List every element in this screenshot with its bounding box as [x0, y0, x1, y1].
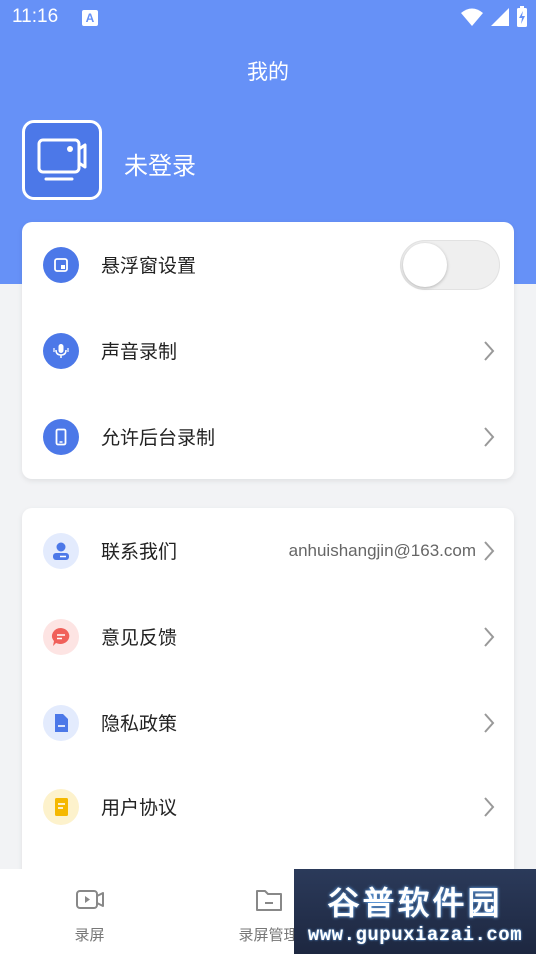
- status-icons: [460, 6, 528, 28]
- contact-email: anhuishangjin@163.com: [288, 540, 476, 560]
- user-name[interactable]: 未登录: [124, 146, 196, 181]
- floating-window-toggle[interactable]: [400, 239, 500, 290]
- video-record-icon: [75, 890, 104, 909]
- watermark-url: www.gupuxiazai.com: [307, 923, 523, 946]
- microphone-icon: [43, 332, 79, 369]
- status-bar: 11:16 A: [0, 0, 536, 36]
- user-agreement-row[interactable]: 用户协议: [22, 764, 514, 849]
- contact-us-label: 联系我们: [101, 541, 178, 563]
- chevron-right-icon: [484, 540, 495, 561]
- chevron-right-icon: [484, 340, 495, 361]
- background-record-label: 允许后台录制: [101, 427, 216, 449]
- feedback-label: 意见反馈: [101, 627, 178, 649]
- chevron-right-icon: [484, 426, 495, 447]
- watermark-text: 谷普软件园: [327, 883, 503, 922]
- floating-window-icon: [43, 246, 79, 283]
- wifi-icon: [461, 8, 483, 26]
- page-title: 我的: [247, 60, 289, 84]
- contact-icon: [43, 532, 79, 569]
- floating-window-setting-row[interactable]: 悬浮窗设置: [22, 222, 514, 307]
- chevron-right-icon: [484, 712, 495, 733]
- privacy-document-icon: [43, 704, 79, 741]
- audio-record-row[interactable]: 声音录制: [22, 308, 514, 393]
- phone-icon: [43, 418, 79, 455]
- chevron-right-icon: [484, 796, 495, 817]
- privacy-policy-row[interactable]: 隐私政策: [22, 680, 514, 765]
- tab-record[interactable]: 录屏: [0, 869, 179, 954]
- floating-window-label: 悬浮窗设置: [101, 255, 197, 277]
- feedback-icon: [43, 618, 79, 655]
- status-time: 11:16: [12, 6, 59, 27]
- info-card: 联系我们 anhuishangjin@163.com 意见反馈 隐私政策 用户协…: [22, 508, 514, 888]
- feedback-row[interactable]: 意见反馈: [22, 594, 514, 679]
- toggle-knob: [403, 242, 447, 287]
- agreement-document-icon: [43, 788, 79, 825]
- audio-record-label: 声音录制: [101, 341, 178, 363]
- settings-card: 悬浮窗设置 声音录制 允许后台录制: [22, 222, 514, 479]
- tab-record-label: 录屏: [74, 926, 105, 944]
- user-agreement-label: 用户协议: [101, 797, 178, 819]
- privacy-policy-label: 隐私政策: [101, 713, 178, 735]
- screen-record-icon: [37, 138, 87, 181]
- signal-icon: [491, 8, 509, 26]
- chevron-right-icon: [484, 626, 495, 647]
- background-record-row[interactable]: 允许后台录制: [22, 394, 514, 479]
- battery-icon: [517, 6, 527, 27]
- contact-us-row[interactable]: 联系我们 anhuishangjin@163.com: [22, 508, 514, 593]
- avatar[interactable]: [22, 120, 102, 200]
- notification-icon: A: [82, 10, 98, 26]
- watermark: 谷普软件园 www.gupuxiazai.com: [294, 869, 536, 954]
- folder-icon: [255, 890, 282, 911]
